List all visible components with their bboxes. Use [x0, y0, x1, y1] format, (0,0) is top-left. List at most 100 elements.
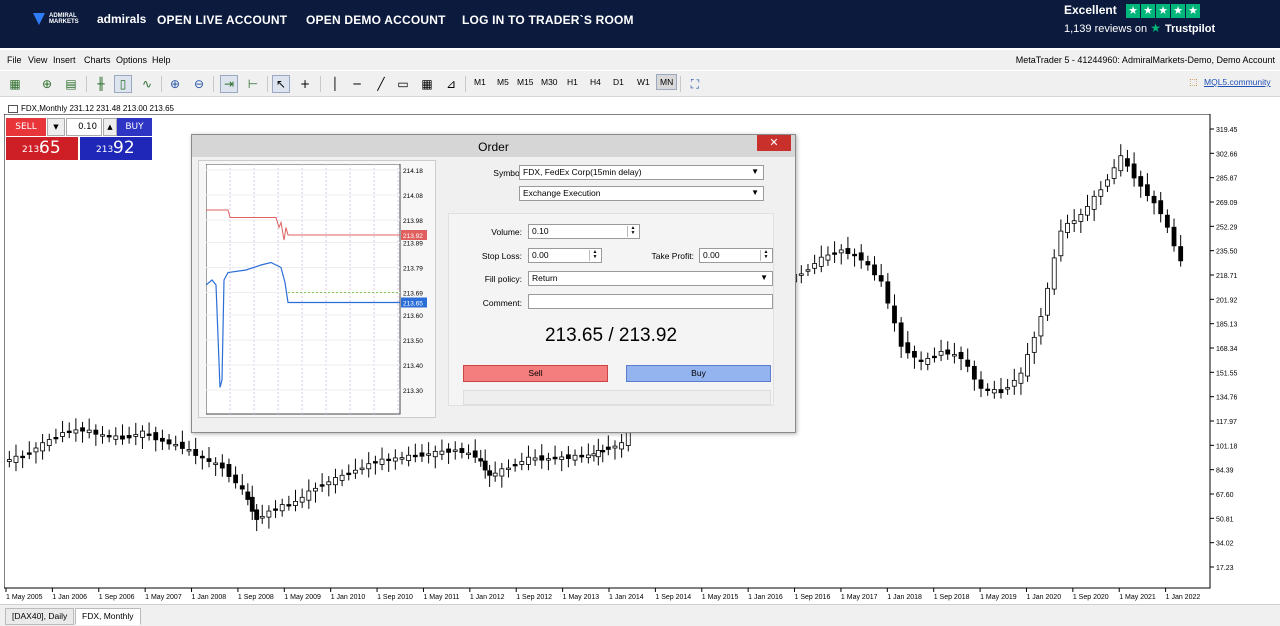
volume-input[interactable]: 0.10 ▲ ▼ — [528, 224, 640, 239]
y-axis-label: 269.09 — [1216, 200, 1238, 207]
candle-body — [482, 460, 488, 471]
bar-chart-icon[interactable]: ╫ — [92, 75, 110, 93]
candle-body — [439, 450, 445, 455]
timeframe-m30[interactable]: M30 — [541, 77, 558, 87]
candle-body — [1105, 179, 1110, 187]
menu-insert[interactable]: Insert — [53, 55, 76, 65]
top-banner: ADMIRAL MARKETS admirals OPEN LIVE ACCOU… — [0, 0, 1280, 48]
menu-file[interactable]: File — [7, 55, 22, 65]
tab-dax40-daily[interactable]: [DAX40], Daily — [5, 608, 75, 625]
timeframe-h4[interactable]: H4 — [590, 77, 601, 87]
account-info: MetaTrader 5 - 41244960: AdmiralMarkets-… — [1015, 55, 1275, 65]
symbol-select[interactable]: FDX, FedEx Corp(15min delay) ▼ — [519, 165, 764, 180]
timeframe-h1[interactable]: H1 — [567, 77, 578, 87]
candle-body — [1025, 354, 1030, 377]
sell-button[interactable]: Sell — [463, 365, 608, 382]
candle-body — [971, 365, 977, 380]
candle-body — [100, 434, 105, 437]
crosshair-icon[interactable]: + — [296, 75, 314, 93]
trustpilot-rating: Excellent — [1064, 3, 1117, 17]
candle-body — [372, 461, 378, 464]
trustpilot-widget[interactable]: Excellent ★ ★ ★ ★ ★ 1,139 reviews on ★ Tr… — [1064, 3, 1215, 35]
take-profit-input[interactable]: 0.00 ▲ ▼ — [699, 248, 773, 263]
candle-body — [1138, 176, 1144, 187]
order-status-bar — [463, 390, 771, 405]
menu-help[interactable]: Help — [152, 55, 171, 65]
x-axis-label: 1 Sep 2006 — [99, 594, 135, 601]
line-chart-icon[interactable]: ∿ — [138, 75, 156, 93]
order-dialog: Order ✕ 214.18 214.08 213.98 213.89 213.79 21… — [191, 134, 796, 433]
candle-body — [249, 496, 255, 512]
y-axis-label: 67.60 — [1216, 492, 1234, 499]
buy-button[interactable]: Buy — [626, 365, 771, 382]
candle-body — [6, 459, 12, 462]
candle-body — [1045, 287, 1050, 316]
y-axis-label: 252.29 — [1216, 224, 1238, 231]
close-icon[interactable]: ✕ — [757, 135, 791, 151]
auto-scroll-icon[interactable]: ⇥ — [220, 75, 238, 93]
timeframe-d1[interactable]: D1 — [613, 77, 624, 87]
star-icon: ★ — [1186, 4, 1200, 18]
volume-spinner-icon[interactable]: ▲ ▼ — [627, 226, 638, 237]
one-click-trading-panel: SELL ▼ 0.10 ▲ BUY 213. 65 213. 92 — [6, 118, 152, 160]
fullscreen-icon[interactable]: ⛶ — [686, 75, 704, 93]
chart-shift-icon[interactable]: ⊢ — [244, 75, 262, 93]
logo-small-text: ADMIRAL MARKETS — [49, 13, 79, 25]
candle-body — [1038, 316, 1044, 337]
timeframe-m1[interactable]: M1 — [474, 77, 486, 87]
traders-room-link[interactable]: LOG IN TO TRADER`S ROOM — [462, 13, 634, 27]
text-label-icon[interactable]: ▭ — [394, 75, 412, 93]
buy-price-box[interactable]: 213. 92 — [80, 137, 152, 160]
x-axis-label: 1 May 2007 — [145, 594, 182, 601]
fill-policy-select[interactable]: Return ▼ — [528, 271, 773, 286]
x-axis-label: 1 Jan 2016 — [748, 594, 783, 601]
trendline-icon[interactable]: ╱ — [372, 75, 390, 93]
admirals-logo[interactable]: ADMIRAL MARKETS admirals — [33, 12, 146, 26]
objects-icon[interactable]: ⊿ — [442, 75, 460, 93]
profiles-icon[interactable]: ⊕ — [38, 75, 56, 93]
one-click-sell-button[interactable]: SELL — [6, 118, 46, 136]
y-axis-label: 34.02 — [1216, 541, 1234, 548]
timeframe-m15[interactable]: M15 — [517, 77, 534, 87]
one-click-volume-input[interactable]: 0.10 — [66, 118, 102, 136]
market-watch-icon[interactable]: ▤ — [62, 75, 80, 93]
y-axis-label: 151.55 — [1216, 370, 1238, 377]
tab-fdx-monthly[interactable]: FDX, Monthly — [75, 608, 141, 625]
sell-price-box[interactable]: 213. 65 — [6, 137, 78, 160]
open-demo-account-link[interactable]: OPEN DEMO ACCOUNT — [306, 13, 446, 27]
zoom-out-icon[interactable]: ⊖ — [190, 75, 208, 93]
fill-policy-value: Return — [532, 273, 558, 283]
menu-charts[interactable]: Charts — [84, 55, 111, 65]
volume-up-button[interactable]: ▲ — [103, 118, 117, 136]
stop-loss-spinner-icon[interactable]: ▲ ▼ — [589, 250, 600, 261]
open-live-account-link[interactable]: OPEN LIVE ACCOUNT — [157, 13, 287, 27]
x-axis-label: 1 May 2009 — [284, 594, 321, 601]
take-profit-spinner-icon[interactable]: ▲ ▼ — [760, 250, 771, 261]
timeframe-m5[interactable]: M5 — [497, 77, 509, 87]
menu-options[interactable]: Options — [116, 55, 147, 65]
vertical-line-icon[interactable]: │ — [326, 75, 344, 93]
candle-body — [306, 490, 312, 501]
candle-body — [991, 389, 997, 394]
new-chart-icon[interactable]: ▦ — [6, 75, 24, 93]
fibonacci-icon[interactable]: ▦ — [418, 75, 436, 93]
one-click-buy-button[interactable]: BUY — [117, 118, 152, 136]
mql5-community-link[interactable]: MQL5.community — [1204, 77, 1271, 87]
zoom-in-icon[interactable]: ⊕ — [166, 75, 184, 93]
candlestick-chart-icon[interactable]: ▯ — [114, 75, 132, 93]
candle-body — [245, 491, 251, 500]
candle-body — [386, 458, 392, 462]
candle-body — [1091, 195, 1097, 210]
candle-body — [951, 354, 957, 357]
comment-input[interactable] — [528, 294, 773, 309]
menu-view[interactable]: View — [28, 55, 47, 65]
timeframe-mn[interactable]: MN — [656, 74, 678, 90]
stop-loss-input[interactable]: 0.00 ▲ ▼ — [528, 248, 602, 263]
volume-down-button[interactable]: ▼ — [47, 118, 65, 136]
cursor-icon[interactable]: ↖ — [272, 75, 290, 93]
chevron-down-icon: ▼ — [760, 273, 768, 282]
horizontal-line-icon[interactable]: ─ — [348, 75, 366, 93]
type-select[interactable]: Exchange Execution ▼ — [519, 186, 764, 201]
mql5-icon: ⬚ — [1189, 78, 1198, 88]
timeframe-w1[interactable]: W1 — [637, 77, 650, 87]
